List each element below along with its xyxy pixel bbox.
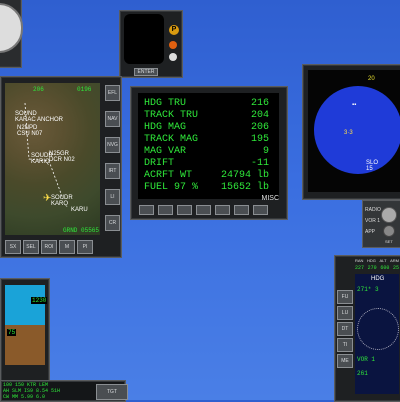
cdu-screen: HDG TRU 216 TRACK TRU 204 HDG MAG 206 TRACK…	[138, 93, 279, 199]
radio-label: RADIO	[365, 207, 381, 213]
map-bottom-button[interactable]: SEL	[23, 240, 39, 254]
cdu-softkey[interactable]	[234, 205, 249, 215]
map-side-button[interactable]: NAV	[105, 111, 120, 127]
radio-knob[interactable]	[381, 207, 397, 223]
map-side-button[interactable]: NVG	[105, 137, 120, 153]
set-label: SET	[385, 239, 393, 244]
cdu-row: TRACK TRU 204	[144, 110, 269, 121]
pfd-right-header: RAN HDG ALT ARM	[355, 258, 399, 263]
compass-rose	[357, 308, 399, 350]
cdu-row: FUEL 97 % 15652 lb	[144, 182, 269, 193]
heading-readout: 271* 3	[357, 286, 379, 293]
pfd-side-button[interactable]: ME	[337, 354, 353, 368]
radar-screen[interactable]: 20 ▪▪ 3·3 SLO 15	[308, 70, 400, 192]
map-bottom-button[interactable]: ROI	[41, 240, 57, 254]
cdu-softkey[interactable]	[158, 205, 173, 215]
radio-knob[interactable]	[383, 225, 395, 237]
radar-contact: ▪▪	[352, 102, 357, 108]
tgt-button[interactable]: TGT	[96, 384, 128, 400]
cdu-misc-display: HDG TRU 216 TRACK TRU 204 HDG MAG 206 TRACK…	[130, 86, 288, 220]
radar-display: 20 ▪▪ 3·3 SLO 15	[302, 64, 400, 200]
map-side-button[interactable]: IRT	[105, 163, 120, 179]
attitude-sky	[5, 285, 45, 325]
pfd-side-button[interactable]: DT	[337, 322, 353, 336]
cdu-row: ACRFT WT 24794 lb	[144, 170, 269, 181]
cdu-softkey[interactable]	[139, 205, 154, 215]
map-side-button[interactable]: LI	[105, 189, 120, 205]
altitude-readout: 1230	[31, 297, 48, 304]
cdu-softkey[interactable]	[177, 205, 192, 215]
indicator-light-white[interactable]	[169, 53, 177, 61]
mini-display: P ENTER	[119, 10, 183, 78]
cdu-row: HDG TRU 216	[144, 98, 269, 109]
gauge-face	[0, 3, 23, 53]
radio-panel: RADIO VOR 1 APP SET	[362, 200, 400, 248]
map-side-button[interactable]: CR	[105, 215, 120, 231]
map-bottom-button[interactable]: M	[59, 240, 75, 254]
cdu-softkey[interactable]	[196, 205, 211, 215]
pfd-left: 1230 75	[0, 278, 50, 382]
pfd-right-values: 227 270 600 25	[355, 265, 399, 271]
map-side-button[interactable]: EFL	[105, 85, 120, 101]
radar-contact: 3·3	[344, 130, 353, 136]
round-gauge	[0, 0, 23, 68]
map-bottom-button[interactable]: SX	[5, 240, 21, 254]
airspeed-readout: 75	[7, 329, 17, 336]
pfd-right: RAN HDG ALT ARM 227 270 600 25 HDG 271* 3 VOR …	[334, 255, 400, 402]
p-indicator: P	[169, 25, 179, 35]
status-row: CW MM 5.99 6.0	[3, 394, 46, 400]
pfd-side-button[interactable]: FU	[337, 290, 353, 304]
cdu-row: DRIFT -11	[144, 158, 269, 169]
radar-scope: ▪▪ 3·3 SLO 15	[314, 86, 400, 174]
cdu-row: HDG MAG 206	[144, 122, 269, 133]
cdu-row: MAG VAR 9	[144, 146, 269, 157]
flight-route	[24, 102, 64, 200]
hdg-label: HDG	[371, 276, 385, 282]
cdu-softkey[interactable]	[253, 205, 268, 215]
terrain-map[interactable]: 206 0196 N2NPD CSU N07 SOUND KARAC ANCHO…	[5, 83, 100, 235]
pfd-side-button[interactable]: LU	[337, 306, 353, 320]
map-mfd: 206 0196 N2NPD CSU N07 SOUND KARAC ANCHO…	[0, 76, 122, 258]
radar-range-label: 20	[368, 76, 375, 82]
vor-indicator: VOR 1	[357, 356, 376, 363]
heading-value: 261	[357, 370, 368, 377]
app-label: APP	[365, 229, 376, 235]
cdu-row: TRACK MAG 195	[144, 134, 269, 145]
cdu-softkey[interactable]	[215, 205, 230, 215]
radar-contact: 15	[366, 166, 373, 172]
pfd-right-screen[interactable]: HDG 271* 3 VOR 1 261	[355, 274, 399, 394]
enter-button[interactable]: ENTER	[134, 68, 158, 76]
pfd-side-button[interactable]: TI	[337, 338, 353, 352]
vor-label: VOR 1	[365, 218, 381, 224]
indicator-light-orange[interactable]	[169, 41, 177, 49]
map-bottom-button[interactable]: PI	[77, 240, 93, 254]
mini-display-screen	[124, 14, 164, 64]
cdu-page-label: MISC	[261, 195, 280, 202]
